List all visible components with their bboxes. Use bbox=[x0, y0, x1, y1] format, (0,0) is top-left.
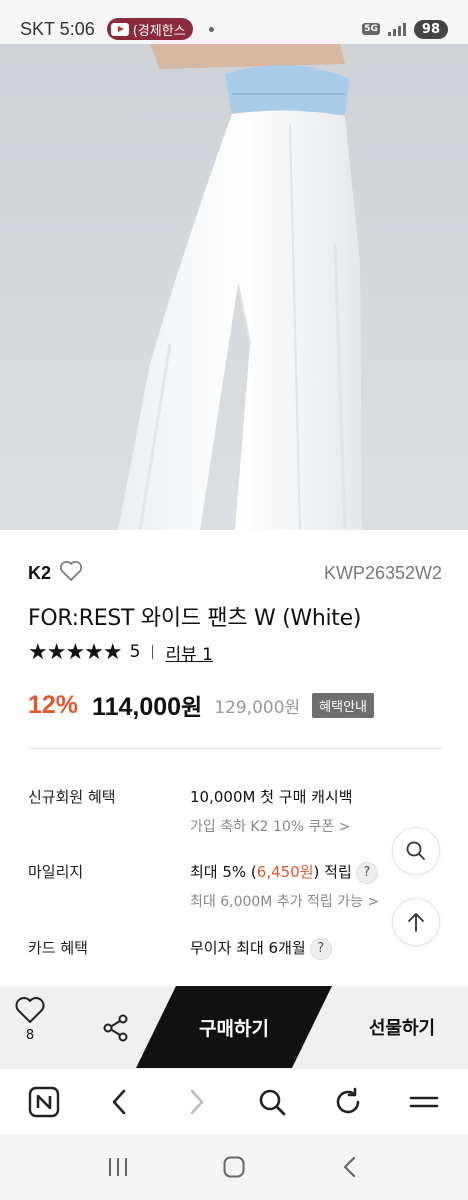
status-time: SKT 5:06 bbox=[20, 18, 95, 39]
browser-forward-button[interactable] bbox=[171, 1077, 221, 1127]
gift-button-label: 선물하기 bbox=[368, 1018, 436, 1039]
gift-button[interactable]: 선물하기 bbox=[336, 986, 468, 1068]
like-count: 8 bbox=[25, 1028, 35, 1043]
share-button[interactable] bbox=[96, 1008, 136, 1048]
review-link[interactable]: 리뷰 1 bbox=[165, 640, 213, 665]
sale-price: 114,000원 bbox=[92, 688, 202, 722]
like-button[interactable]: 8 bbox=[8, 996, 52, 1060]
recent-apps-icon bbox=[109, 1158, 127, 1176]
system-back-button[interactable] bbox=[330, 1147, 370, 1187]
buy-button-label: 구매하기 bbox=[199, 1017, 269, 1040]
home-icon bbox=[223, 1156, 245, 1178]
notification-dot-icon bbox=[208, 26, 214, 32]
mileage-amount: 6,450원 bbox=[256, 863, 314, 881]
mileage-prefix: 최대 5% ( bbox=[190, 863, 257, 881]
product-photo-illustration bbox=[118, 44, 362, 530]
card-benefit-label: 카드 혜택 bbox=[28, 939, 88, 957]
new-member-benefit: 10,000M 첫 구매 캐시백 bbox=[190, 788, 353, 806]
discount-rate: 12% bbox=[28, 690, 79, 719]
mileage-help-icon[interactable]: ? bbox=[355, 861, 378, 884]
price-row: 12% 114,000원 129,000원 혜택안내 bbox=[28, 688, 375, 722]
hamburger-icon bbox=[409, 1096, 439, 1107]
browser-toolbar bbox=[0, 1068, 468, 1134]
brand-row: K2 KWP26352W2 bbox=[28, 560, 442, 586]
mileage-suffix: ) 적립 bbox=[313, 863, 352, 881]
card-benefit-text: 무이자 최대 6개월 bbox=[190, 939, 306, 957]
divider bbox=[152, 645, 154, 659]
card-benefit: 무이자 최대 6개월? bbox=[190, 937, 332, 960]
search-icon bbox=[406, 841, 425, 860]
brand-name[interactable]: K2 bbox=[28, 563, 51, 584]
mileage-benefit: 최대 5% (6,450원) 적립? bbox=[190, 861, 378, 884]
wishlist-heart-icon[interactable] bbox=[59, 560, 83, 586]
battery-indicator: 98 bbox=[413, 19, 448, 39]
sale-price-value: 114,000 bbox=[92, 693, 182, 721]
youtube-icon bbox=[110, 22, 129, 36]
chevron-right-icon bbox=[190, 1089, 204, 1114]
mileage-extra-link[interactable]: 최대 6,000M 추가 적립 가능 > bbox=[190, 891, 379, 911]
recent-apps-button[interactable] bbox=[98, 1147, 138, 1187]
new-member-coupon-link[interactable]: 가입 축하 K2 10% 쿠폰 > bbox=[190, 816, 350, 836]
network-5g-icon: 5G bbox=[362, 23, 380, 35]
browser-back-button[interactable] bbox=[95, 1077, 145, 1127]
section-divider bbox=[28, 748, 442, 749]
star-rating-icon: ★★★★★ bbox=[28, 639, 123, 665]
browser-menu-button[interactable] bbox=[399, 1077, 449, 1127]
mileage-label: 마일리지 bbox=[28, 863, 84, 881]
buy-button[interactable]: 구매하기 bbox=[136, 986, 332, 1068]
benefit-info-button[interactable]: 혜택안내 bbox=[312, 692, 375, 718]
back-icon bbox=[343, 1156, 356, 1178]
card-help-icon[interactable]: ? bbox=[309, 937, 332, 960]
arrow-up-icon bbox=[408, 913, 424, 932]
signal-icon bbox=[387, 22, 406, 36]
product-image[interactable] bbox=[0, 44, 468, 530]
product-code: KWP26352W2 bbox=[323, 562, 442, 583]
heart-icon bbox=[15, 997, 45, 1023]
chevron-left-icon bbox=[112, 1089, 126, 1114]
system-navigation-bar bbox=[0, 1134, 468, 1200]
share-icon bbox=[103, 1014, 128, 1042]
rating-row: ★★★★★ 5 리뷰 1 bbox=[28, 639, 213, 665]
naver-n-icon bbox=[28, 1086, 60, 1117]
naver-home-button[interactable] bbox=[19, 1077, 69, 1127]
youtube-badge-label: (경제한스 bbox=[132, 23, 186, 39]
product-title: FOR:REST 와이드 팬츠 W (White) bbox=[28, 606, 362, 631]
purchase-bar: 8 구매하기 선물하기 bbox=[0, 986, 468, 1068]
scroll-top-fab[interactable] bbox=[392, 898, 440, 946]
browser-reload-button[interactable] bbox=[323, 1077, 373, 1127]
search-icon bbox=[259, 1089, 286, 1115]
browser-search-button[interactable] bbox=[247, 1077, 297, 1127]
price-unit: 원 bbox=[181, 694, 203, 720]
search-fab[interactable] bbox=[392, 827, 440, 875]
reload-icon bbox=[336, 1087, 360, 1113]
status-right: 5G 98 bbox=[362, 19, 448, 39]
rating-value: 5 bbox=[129, 642, 141, 662]
original-price: 129,000원 bbox=[214, 697, 301, 718]
home-button[interactable] bbox=[214, 1147, 254, 1187]
youtube-notification-badge[interactable]: (경제한스 bbox=[106, 18, 193, 40]
new-member-label: 신규회원 혜택 bbox=[28, 788, 116, 806]
